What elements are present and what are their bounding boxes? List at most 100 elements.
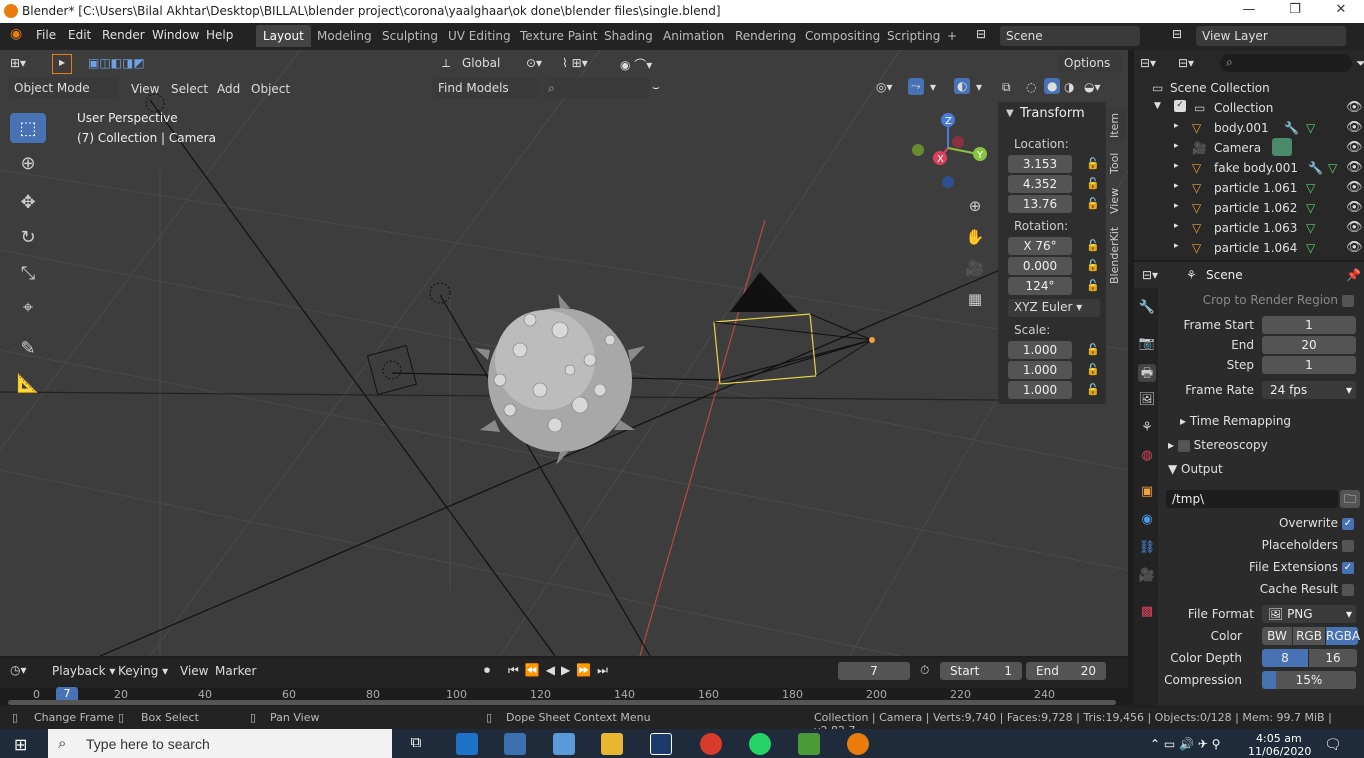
timeline-scrollbar[interactable] [8,700,1116,705]
move-tool[interactable]: ✥ [10,187,46,217]
render-tab-icon[interactable]: 📷 [1138,336,1156,354]
timeline-view-menu[interactable]: View [180,664,208,678]
outliner-item[interactable]: ▸ ▽ body.001 🔧 ▽ 👁 [1134,118,1364,138]
rotation-mode-dropdown[interactable]: XYZ Euler ▾ [1008,299,1100,317]
blender-menu-icon[interactable]: ◉ [10,26,22,42]
scene-selector-icon[interactable]: ⊟ [976,27,986,41]
annotate-tool[interactable]: ✎ [10,333,46,363]
eye-icon[interactable]: 👁 [1346,120,1363,135]
app-icon[interactable] [798,733,820,755]
lock-icon[interactable]: 🔓 [1086,157,1100,170]
store-icon[interactable] [504,733,526,755]
mode-dropdown[interactable]: Object Mode [8,78,118,98]
blender-taskbar-icon[interactable] [847,733,869,755]
eye-icon[interactable]: 👁 [1346,160,1363,175]
tab-blenderkit[interactable]: BlenderKit [1108,226,1126,284]
proportional-edit-icon[interactable]: ◉ ⌒▾ [620,56,652,73]
file-explorer-icon[interactable] [601,733,623,755]
pin-icon[interactable]: 📌 [1346,268,1361,282]
outliner-item[interactable]: ▸ ▽ fake body.001 🔧 ▽ 👁 [1134,158,1364,178]
material-shading-icon[interactable]: ◑ [1064,80,1074,94]
overlay-toggle-icon[interactable]: ◐ [954,78,971,94]
maximize-button[interactable]: ❐ [1272,2,1318,20]
rotation-z-field[interactable]: 124° [1008,277,1072,295]
overlay-dropdown-icon[interactable]: ▾ [976,80,982,94]
rotate-tool[interactable]: ↻ [10,222,46,252]
scene-field[interactable]: Scene [1000,26,1140,46]
outliner-item[interactable]: ▸ 🎥 Camera 👁 [1134,138,1364,158]
taskbar-search-box[interactable]: ⌕ Type here to search [48,729,392,758]
task-view-icon[interactable]: ⧉ [405,733,427,755]
editor-type-icon[interactable]: ⊞▾ [10,56,26,70]
tab-rendering[interactable]: Rendering [728,25,803,47]
playback-menu[interactable]: Playback ▾ [52,664,115,678]
lock-icon[interactable]: 🔓 [1086,363,1100,376]
start-frame-field[interactable]: Start 1 [940,662,1022,680]
color-rgba-button[interactable]: RGBA [1326,627,1360,645]
color-depth-16-button[interactable]: 16 [1309,649,1357,667]
add-workspace-button[interactable]: + [940,25,964,47]
end-frame-field[interactable]: End 20 [1026,662,1106,680]
whatsapp-icon[interactable] [749,733,771,755]
transform-header[interactable]: Transform [1020,106,1085,121]
minimize-button[interactable]: — [1226,2,1272,20]
transform-orientation-dropdown[interactable]: Global [462,56,500,70]
tab-item[interactable]: Item [1108,108,1126,142]
eye-icon[interactable]: 👁 [1346,200,1363,215]
display-mode-icon[interactable]: ⊟▾ [1178,56,1194,70]
outliner-editor-icon[interactable]: ⊟▾ [1140,56,1156,70]
lock-icon[interactable]: 🔓 [1086,343,1100,356]
scene-tab-icon[interactable]: ⚘ [1138,420,1156,438]
tool-tab-icon[interactable]: 🔧 [1138,300,1156,318]
eye-icon[interactable]: 👁 [1346,180,1363,195]
keying-menu[interactable]: Keying ▾ [118,664,168,678]
scale-x-field[interactable]: 1.000 [1008,341,1072,359]
tab-uv-editing[interactable]: UV Editing [441,25,518,47]
eye-icon[interactable]: 👁 [1346,100,1363,115]
rotation-y-field[interactable]: 0.000 [1008,257,1072,275]
clock-icon[interactable]: ⏱ [920,663,929,678]
scale-tool[interactable]: ⤡ [10,258,46,288]
output-section[interactable]: ▼ Output [1168,462,1223,476]
output-path-input[interactable]: /tmp\ [1166,490,1338,508]
world-tab-icon[interactable]: ◍ [1138,448,1156,466]
scale-y-field[interactable]: 1.000 [1008,361,1072,379]
cache-result-checkbox[interactable] [1342,584,1354,596]
location-z-field[interactable]: 13.76 [1008,195,1072,213]
gizmo-dropdown-icon[interactable]: ▾ [930,80,936,94]
view-menu[interactable]: View [131,82,159,96]
system-tray-icons[interactable]: ⌃ ▭ 🔊 ✈ ⚲ [1150,737,1220,751]
tab-shading[interactable]: Shading [597,25,660,47]
eye-icon[interactable]: 👁 [1346,220,1363,235]
stereoscopy-checkbox[interactable] [1177,439,1190,452]
object-menu[interactable]: Object [251,82,290,96]
record-icon[interactable]: ⏺ [484,663,490,678]
lock-icon[interactable]: 🔓 [1086,259,1100,272]
outliner-search-input[interactable] [1220,54,1352,72]
gizmo-toggle-icon[interactable]: ⤳ [908,78,924,95]
frame-end-field[interactable]: 20 [1262,336,1356,354]
filter-icon[interactable]: ⏷ [1356,56,1364,71]
marker-menu[interactable]: Marker [215,664,256,678]
outliner-item[interactable]: ▸ ▽ particle 1.062 ▽ 👁 [1134,198,1364,218]
view-layer-icon[interactable]: ⊟ [1172,27,1182,41]
rotation-x-field[interactable]: X 76° [1008,237,1072,255]
color-bw-button[interactable]: BW [1262,627,1292,645]
outliner-collection[interactable]: ▼ ✓ ▭ Collection 👁 [1134,98,1364,118]
blenderkit-search-input[interactable] [544,78,650,98]
pivot-icon[interactable]: ⊙▾ [526,56,542,70]
constraints-tab-icon[interactable]: ⛓ [1138,540,1156,558]
rendered-shading-icon[interactable]: ◒▾ [1084,80,1101,94]
tab-modeling[interactable]: Modeling [310,25,379,47]
output-tab-icon[interactable]: 🖶 [1138,364,1156,382]
security-icon[interactable] [650,733,672,755]
properties-editor-icon[interactable]: ⊟▾ [1142,268,1158,282]
current-frame-field[interactable]: 7 [838,662,910,680]
object-tab-icon[interactable]: ▣ [1138,484,1156,502]
tab-texture-paint[interactable]: Texture Paint [513,25,604,47]
tab-tool[interactable]: Tool [1108,148,1126,178]
eye-icon[interactable]: 👁 [1346,140,1363,155]
overwrite-checkbox[interactable]: ✓ [1342,518,1354,530]
wireframe-shading-icon[interactable]: ◌ [1026,80,1036,94]
lock-icon[interactable]: 🔓 [1086,177,1100,190]
